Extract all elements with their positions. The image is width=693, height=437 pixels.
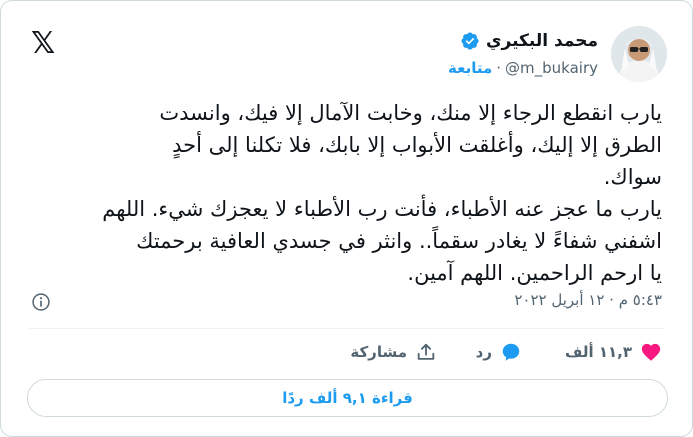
avatar-image: [611, 26, 667, 82]
author-handle-row: @m_bukairy · متابعة: [448, 59, 598, 77]
share-icon: [417, 343, 435, 360]
reply-label: رد: [475, 343, 492, 361]
read-replies-label: قراءة ٩,١ ألف ردًا: [282, 389, 413, 407]
x-logo-icon[interactable]: 𝕏: [31, 29, 55, 59]
like-button[interactable]: ١١,٣ ألف: [565, 341, 662, 363]
share-label: مشاركة: [350, 343, 407, 361]
share-button[interactable]: مشاركة: [350, 341, 437, 363]
heart-icon: [641, 343, 661, 361]
divider: [29, 328, 664, 329]
like-count: ١١,٣ ألف: [564, 343, 632, 361]
reply-button[interactable]: رد: [476, 341, 522, 363]
info-icon[interactable]: [31, 292, 51, 312]
tweet-timestamp[interactable]: ٥:٤٣ م · ١٢ أبريل ٢٠٢٢: [514, 291, 662, 309]
tweet-text: يارب انقطع الرجاء إلا منك، وخابت الآمال …: [102, 101, 662, 285]
reply-bubble-icon: [502, 343, 520, 361]
author-name-row: محمد البكيري: [460, 31, 598, 51]
separator-dot: ·: [496, 59, 502, 77]
display-name[interactable]: محمد البكيري: [486, 31, 598, 51]
follow-button[interactable]: متابعة: [448, 59, 492, 77]
avatar[interactable]: [611, 26, 667, 82]
verified-badge-icon: [461, 32, 479, 50]
author-handle[interactable]: @m_bukairy: [505, 59, 598, 77]
read-replies-button[interactable]: قراءة ٩,١ ألف ردًا: [27, 379, 668, 417]
tweet-card[interactable]: 𝕏 محمد البكيري @m_bukairy · متابعة يارب …: [0, 0, 693, 437]
tweet-actions: ١١,٣ ألف رد مشاركة: [1, 341, 692, 371]
